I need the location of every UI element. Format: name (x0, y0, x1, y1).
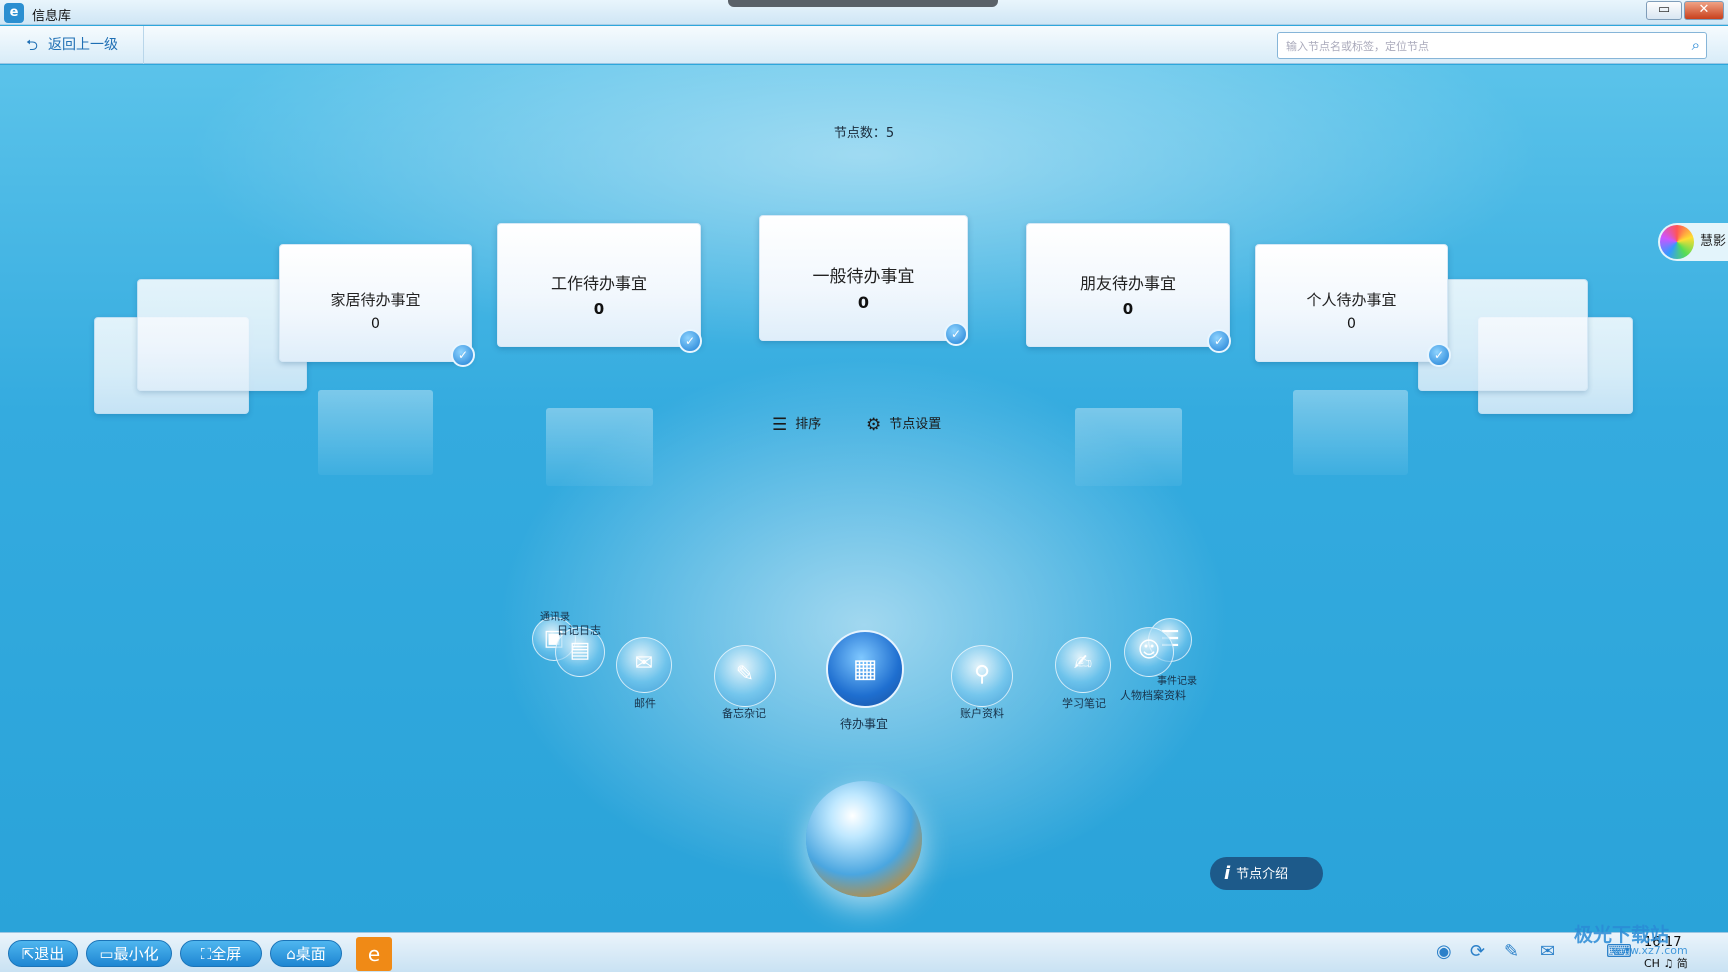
bubble-accounts[interactable]: ⚲ (951, 645, 1013, 707)
bubble-label: 事件记录 (1157, 676, 1197, 687)
card-count: 0 (371, 316, 380, 332)
side-assistant-label: 慧影 (1700, 234, 1727, 249)
home-icon: ⌂ (286, 945, 296, 963)
sort-label: 排序 (795, 417, 822, 432)
node-card-personal[interactable]: 个人待办事宜 0 ✓ (1255, 244, 1451, 367)
card-name: 一般待办事宜 (812, 267, 915, 287)
bubble-people-profiles[interactable]: ☺ (1124, 627, 1174, 677)
search-icon[interactable]: ⌕ (1692, 36, 1700, 54)
info-icon: i (1224, 863, 1231, 884)
bubble-todo[interactable]: ▦ (826, 630, 904, 708)
notebook-icon: ✍ (1073, 651, 1093, 676)
exit-label: 退出 (34, 945, 65, 963)
sync-badge-icon[interactable]: ✓ (1207, 329, 1231, 353)
desktop-label: 桌面 (295, 945, 326, 963)
card-reflection (1293, 390, 1408, 475)
assistant-orb-icon (1660, 225, 1694, 259)
central-globe[interactable] (806, 781, 922, 897)
node-info-button[interactable]: i 节点介绍 (1210, 857, 1323, 890)
taskbar: ⇱退出 ▭最小化 ⛶全屏 ⌂桌面 e ◉ ⟳ ✎ ✉ ⌨ 16:17 CH ♫ … (0, 932, 1728, 972)
memo-icon: ✎ (735, 662, 755, 687)
card-reflection (1075, 408, 1182, 486)
node-card-general[interactable]: 一般待办事宜 0 ✓ (759, 215, 968, 346)
minimize-button[interactable]: ▭最小化 (86, 940, 172, 967)
card-name: 工作待办事宜 (550, 274, 647, 293)
watermark-url: www.xz7.com (1612, 944, 1688, 957)
sync-badge-icon[interactable]: ✓ (1427, 343, 1451, 367)
card-count: 0 (857, 293, 870, 312)
bubble-mail[interactable]: ✉ (616, 637, 672, 693)
desktop-button[interactable]: ⌂桌面 (270, 940, 342, 967)
fullscreen-label: 全屏 (211, 945, 242, 963)
node-card-friends[interactable]: 朋友待办事宜 0 ✓ (1026, 223, 1231, 353)
diary-icon: ▤ (569, 638, 591, 663)
card-name: 个人待办事宜 (1306, 291, 1397, 309)
gear-icon: ⚙ (866, 415, 882, 435)
sync-tray-icon[interactable]: ⟳ (1470, 941, 1485, 962)
watermark-text: 极光下载站 (1574, 924, 1670, 946)
card-count: 0 (593, 300, 605, 318)
search-box[interactable]: ⌕ (1277, 32, 1707, 59)
taskbar-app-icon[interactable]: e (356, 937, 392, 971)
key-icon: ⚲ (973, 662, 991, 687)
settings-label: 节点设置 (889, 417, 942, 432)
list-icon: ☰ (772, 415, 788, 435)
back-arrow-icon: ⮌ (26, 36, 39, 54)
drag-handle[interactable] (728, 0, 998, 7)
bubble-label: 通讯录 (540, 612, 570, 623)
bubble-label: 邮件 (634, 697, 656, 710)
back-button[interactable]: ⮌ 返回上一级 (0, 26, 144, 64)
node-card-home[interactable]: 家居待办事宜 0 ✓ (279, 244, 475, 367)
window-title: 信息库 (32, 9, 72, 24)
calendar-icon: ▦ (852, 654, 878, 684)
bubble-label: 日记日志 (557, 624, 601, 637)
mail-icon: ✉ (634, 651, 654, 676)
bubble-label: 学习笔记 (1062, 697, 1106, 710)
minimize-label: 最小化 (113, 945, 159, 963)
bubble-label: 人物档案资料 (1120, 689, 1186, 702)
title-bar: e 信息库 ▭ ✕ (0, 0, 1728, 25)
node-info-label: 节点介绍 (1236, 867, 1289, 882)
exit-icon: ⇱ (21, 945, 35, 963)
exit-button[interactable]: ⇱退出 (8, 940, 78, 967)
app-logo-icon: e (4, 3, 24, 23)
card-reflection (546, 408, 653, 486)
fullscreen-button[interactable]: ⛶全屏 (180, 940, 262, 967)
minimize-window-button[interactable]: ▭ (1646, 1, 1682, 20)
search-input[interactable] (1286, 37, 1666, 55)
bubble-label: 待办事宜 (840, 717, 889, 731)
card-name: 家居待办事宜 (330, 291, 421, 309)
sync-badge-icon[interactable]: ✓ (944, 322, 968, 346)
bubble-label: 账户资料 (960, 707, 1004, 720)
card-count: 0 (1347, 316, 1356, 332)
sort-button[interactable]: ☰ 排序 (772, 413, 821, 435)
browser-tray-icon[interactable]: ◉ (1436, 941, 1452, 962)
input-language[interactable]: CH ♫ 简 (1644, 955, 1688, 971)
node-card-work[interactable]: 工作待办事宜 0 ✓ (497, 223, 702, 353)
sync-badge-icon[interactable]: ✓ (678, 329, 702, 353)
bubble-label: 备忘杂记 (722, 707, 766, 720)
card-reflection (318, 390, 433, 475)
back-button-label: 返回上一级 (48, 37, 118, 53)
note-tray-icon[interactable]: ✎ (1504, 941, 1519, 962)
bubble-memo[interactable]: ✎ (714, 645, 776, 707)
main-area: 节点数：5 家居待办事宜 0 ✓ 工作待办事宜 0 ✓ 一般待办事宜 0 ✓ 朋… (0, 65, 1728, 932)
minimize-icon: ▭ (99, 945, 114, 963)
bubble-study-notes[interactable]: ✍ (1055, 637, 1111, 693)
profile-icon: ☺ (1137, 638, 1161, 663)
sync-badge-icon[interactable]: ✓ (451, 343, 475, 367)
toolbar: ⮌ 返回上一级 ⌕ (0, 26, 1728, 64)
card-name: 朋友待办事宜 (1079, 274, 1176, 293)
side-assistant[interactable]: 慧影 (1658, 223, 1728, 261)
chat-tray-icon[interactable]: ✉ (1540, 941, 1555, 962)
close-window-button[interactable]: ✕ (1684, 1, 1724, 20)
node-settings-button[interactable]: ⚙ 节点设置 (866, 413, 941, 435)
card-count: 0 (1122, 300, 1134, 318)
node-count: 节点数：5 (833, 126, 895, 141)
fullscreen-icon: ⛶ (200, 945, 212, 963)
